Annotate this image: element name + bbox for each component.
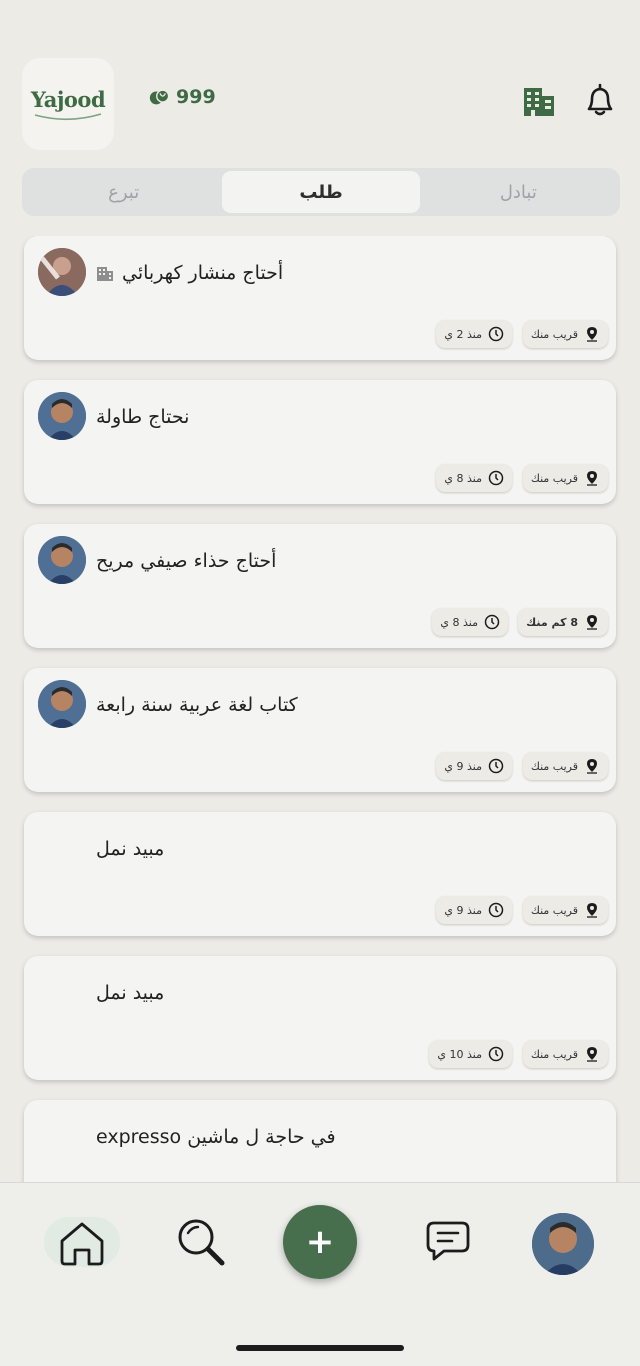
post-title: كتاب لغة عربية سنة رابعة <box>96 694 298 716</box>
bell-icon[interactable] <box>580 80 620 120</box>
user-avatar[interactable] <box>38 680 86 728</box>
points-value: 999 <box>176 86 216 108</box>
add-post-button[interactable]: + <box>283 1205 357 1279</box>
post-title: في حاجة ل ماشين expresso <box>96 1126 336 1148</box>
time-chip: منذ 10 ي <box>429 1040 512 1068</box>
home-indicator <box>236 1345 404 1351</box>
post-title-row: أحتاج منشار كهربائي <box>96 256 283 290</box>
location-pin-icon <box>587 1047 597 1062</box>
location-pin-icon <box>587 759 597 774</box>
type-tabs: تبادل طلب تبرع <box>22 168 620 216</box>
search-icon[interactable] <box>174 1215 228 1269</box>
coins-icon <box>149 89 170 105</box>
user-avatar[interactable] <box>38 392 86 440</box>
posts-feed[interactable]: أحتاج منشار كهربائي قريب منك منذ 2 ي نحت… <box>0 236 640 1182</box>
distance-chip: قريب منك <box>522 320 608 348</box>
location-pin-icon <box>587 615 597 630</box>
post-title: أحتاج منشار كهربائي <box>122 262 284 284</box>
time-chip: منذ 2 ي <box>436 320 512 348</box>
chat-icon[interactable] <box>424 1217 472 1265</box>
user-avatar[interactable] <box>38 248 86 296</box>
post-card[interactable]: كتاب لغة عربية سنة رابعة قريب منك منذ 9 … <box>24 668 616 792</box>
distance-chip: قريب منك <box>522 752 608 780</box>
clock-icon <box>484 614 500 630</box>
distance-chip: قريب منك <box>522 464 608 492</box>
logo-text: Yajood <box>30 86 106 112</box>
post-card[interactable]: أحتاج حذاء صيفي مريح 8 كم منك منذ 8 ي <box>24 524 616 648</box>
post-title-row: مبيد نمل <box>96 832 164 866</box>
bottom-navigation: + <box>0 1182 640 1366</box>
clock-icon <box>488 902 504 918</box>
time-chip: منذ 8 ي <box>432 608 508 636</box>
tab-donate[interactable]: تبرع <box>25 171 222 213</box>
post-title-row: نحتاج طاولة <box>96 400 189 434</box>
post-title-row: في حاجة ل ماشين expresso <box>96 1120 336 1154</box>
post-title: مبيد نمل <box>96 982 165 1004</box>
location-pin-icon <box>587 903 597 918</box>
profile-avatar[interactable] <box>532 1213 594 1275</box>
post-title-row: أحتاج حذاء صيفي مريح <box>96 544 276 578</box>
business-icon <box>97 267 113 281</box>
clock-icon <box>488 1046 504 1062</box>
logo-swoosh <box>34 112 102 120</box>
tab-exchange[interactable]: تبادل <box>420 171 617 213</box>
user-avatar[interactable] <box>38 536 86 584</box>
post-title: أحتاج حذاء صيفي مريح <box>96 550 277 572</box>
post-card[interactable]: أحتاج منشار كهربائي قريب منك منذ 2 ي <box>24 236 616 360</box>
time-chip: منذ 9 ي <box>436 752 512 780</box>
time-chip: منذ 9 ي <box>436 896 512 924</box>
app-logo[interactable]: Yajood <box>22 58 114 150</box>
post-title: مبيد نمل <box>96 838 165 860</box>
post-card[interactable]: مبيد نمل قريب منك منذ 10 ي <box>24 956 616 1080</box>
building-icon[interactable] <box>522 84 556 118</box>
post-title-row: مبيد نمل <box>96 976 164 1010</box>
location-pin-icon <box>587 471 597 486</box>
clock-icon <box>488 326 504 342</box>
post-title: نحتاج طاولة <box>96 406 190 428</box>
app-header: Yajood 999 <box>0 0 640 160</box>
location-pin-icon <box>587 327 597 342</box>
time-chip: منذ 8 ي <box>436 464 512 492</box>
distance-chip: 8 كم منك <box>518 608 608 636</box>
post-card[interactable]: مبيد نمل قريب منك منذ 9 ي <box>24 812 616 936</box>
post-card[interactable]: في حاجة ل ماشين expresso <box>24 1100 616 1182</box>
clock-icon <box>488 470 504 486</box>
home-icon[interactable] <box>56 1217 108 1269</box>
points-balance[interactable]: 999 <box>148 84 216 110</box>
post-title-row: كتاب لغة عربية سنة رابعة <box>96 688 298 722</box>
tab-request[interactable]: طلب <box>222 171 420 213</box>
clock-icon <box>488 758 504 774</box>
distance-chip: قريب منك <box>522 896 608 924</box>
post-card[interactable]: نحتاج طاولة قريب منك منذ 8 ي <box>24 380 616 504</box>
distance-chip: قريب منك <box>522 1040 608 1068</box>
